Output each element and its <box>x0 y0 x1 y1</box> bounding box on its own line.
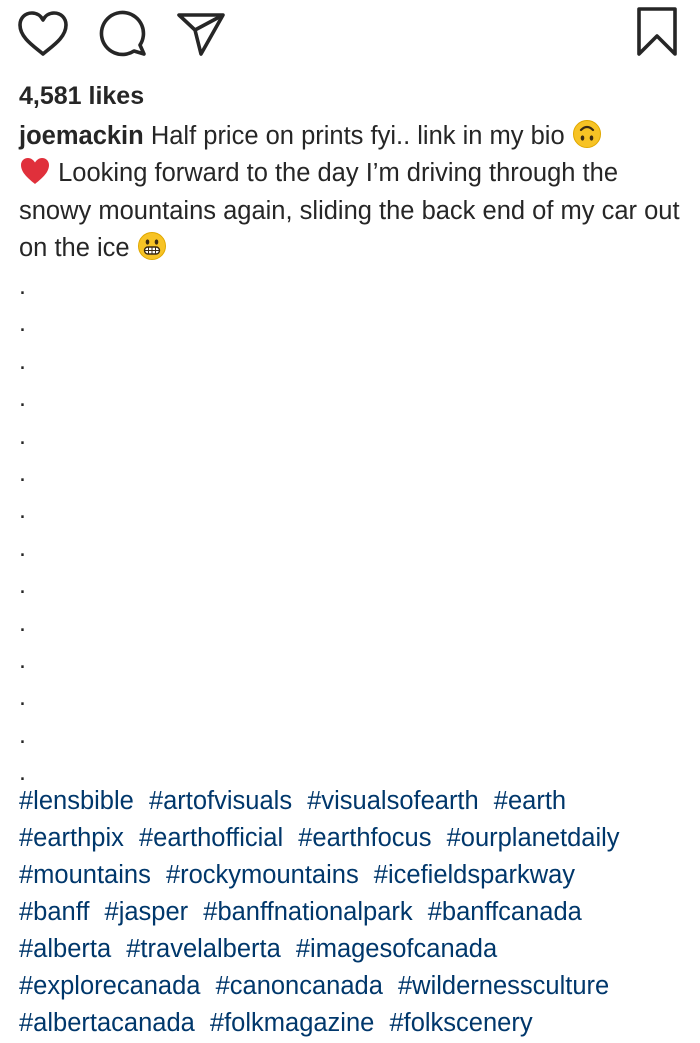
hashtag-link[interactable]: #albertacanada <box>19 1009 195 1037</box>
hashtag-link[interactable]: #earthfocus <box>298 824 431 852</box>
red-heart-emoji <box>19 156 51 186</box>
hashtag-link[interactable]: #banffnationalpark <box>203 898 412 926</box>
likes-count[interactable]: 4,581 likes <box>19 80 144 112</box>
hashtag-link[interactable]: #ourplanetdaily <box>447 824 620 852</box>
dot-line: . <box>19 645 26 674</box>
hashtag-link[interactable]: #folkmagazine <box>210 1009 374 1037</box>
hashtag-link[interactable]: #explorecanada <box>19 972 200 1000</box>
caption-dot-spacer: . . . . . . . . . . . . . . <box>19 268 26 791</box>
hashtag-link[interactable]: #travelalberta <box>126 935 281 963</box>
dot-line: . <box>19 458 26 487</box>
paper-plane-icon[interactable] <box>175 10 227 58</box>
hashtag-link[interactable]: #lensbible <box>19 787 134 815</box>
hashtag-link[interactable]: #folkscenery <box>389 1009 532 1037</box>
hashtag-link[interactable]: #earthpix <box>19 824 124 852</box>
post-caption: joemackin Half price on prints fyi.. lin… <box>19 118 689 268</box>
dot-line: . <box>19 346 26 375</box>
hashtag-link[interactable]: #mountains <box>19 861 151 889</box>
dot-line: . <box>19 720 26 749</box>
hashtag-link[interactable]: #canoncanada <box>216 972 383 1000</box>
hashtag-link[interactable]: #wildernessculture <box>398 972 609 1000</box>
hashtag-link[interactable]: #banffcanada <box>428 898 582 926</box>
hashtag-link[interactable]: #imagesofcanada <box>296 935 497 963</box>
hashtag-link[interactable]: #artofvisuals <box>149 787 292 815</box>
dot-line: . <box>19 421 26 450</box>
post-action-bar <box>0 0 700 70</box>
dot-line: . <box>19 309 26 338</box>
dot-line: . <box>19 272 26 300</box>
dot-line: . <box>19 683 26 712</box>
caption-username[interactable]: joemackin <box>19 122 144 150</box>
dot-line: . <box>19 608 26 637</box>
heart-outline-icon[interactable] <box>17 10 69 58</box>
hashtag-list: #lensbible #artofvisuals #visualsofearth… <box>19 783 689 1042</box>
hashtag-link[interactable]: #icefieldsparkway <box>374 861 575 889</box>
hashtag-link[interactable]: #alberta <box>19 935 111 963</box>
hashtag-link[interactable]: #earth <box>494 787 566 815</box>
hashtag-link[interactable]: #visualsofearth <box>307 787 479 815</box>
hashtag-link[interactable]: #jasper <box>105 898 189 926</box>
hashtag-link[interactable]: #banff <box>19 898 89 926</box>
dot-line: . <box>19 496 26 525</box>
caption-line1: Half price on prints fyi.. link in my bi… <box>150 122 565 150</box>
dot-line: . <box>19 533 26 562</box>
hashtag-link[interactable]: #rockymountains <box>166 861 359 889</box>
dot-line: . <box>19 571 26 600</box>
dot-line: . <box>19 384 26 413</box>
bookmark-outline-icon[interactable] <box>632 6 682 58</box>
caption-body: Looking forward to the day I’m driving t… <box>19 159 680 263</box>
upside-down-face-emoji <box>572 119 602 149</box>
hashtag-link[interactable]: #earthofficial <box>139 824 283 852</box>
speech-bubble-icon[interactable] <box>96 10 148 58</box>
grimacing-face-emoji <box>137 231 167 261</box>
